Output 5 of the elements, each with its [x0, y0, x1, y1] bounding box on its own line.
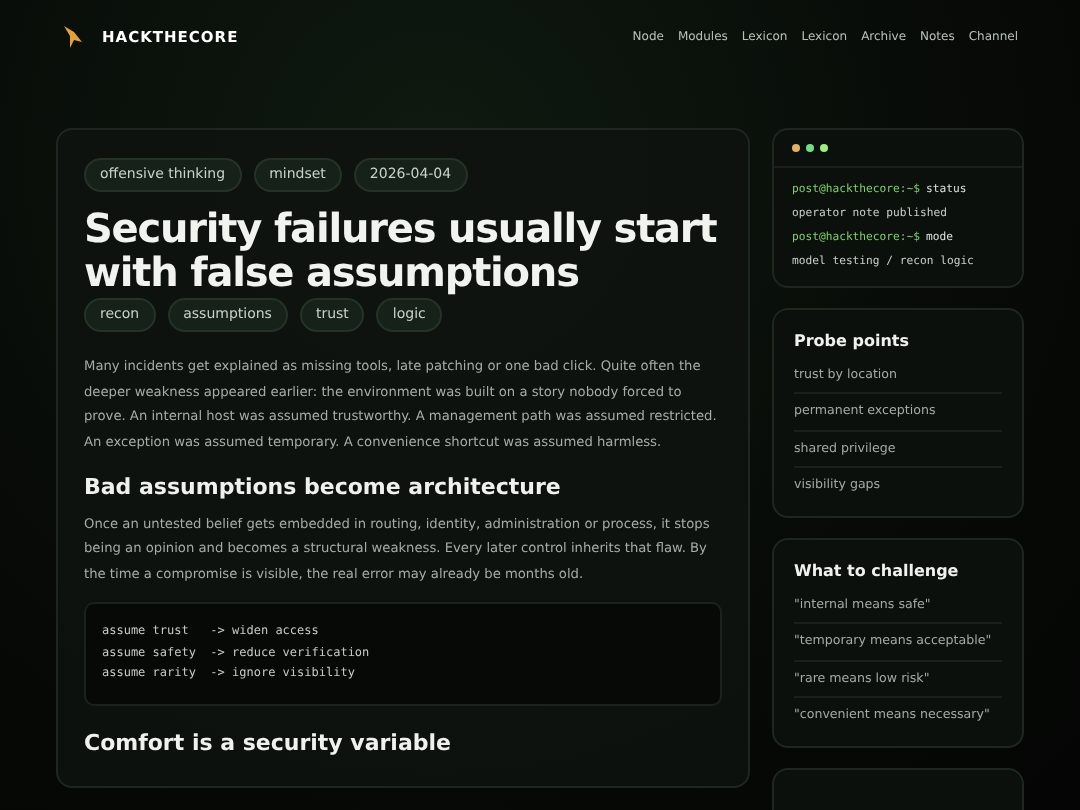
section-heading: Comfort is a security variable	[84, 727, 453, 759]
article-title: Security failures usually start with false assumptions	[84, 206, 719, 294]
section-heading: Bad assumptions become architecture	[84, 472, 563, 504]
card-title: Probe points	[794, 330, 911, 354]
card-title: What to challenge	[794, 559, 961, 584]
